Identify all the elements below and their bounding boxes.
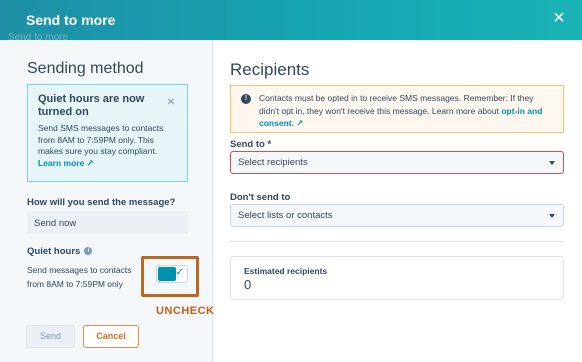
quiet-hours-label-text: Quiet hours xyxy=(27,246,81,257)
opt-in-alert-body: Contacts must be opted in to receive SMS… xyxy=(259,92,555,130)
recipients-title: Recipients xyxy=(230,60,310,79)
dont-send-placeholder: Select lists or contacts xyxy=(238,210,333,221)
estimated-recipients-card: Estimated recipients 0 xyxy=(230,256,564,300)
learn-more-link[interactable]: Learn more ↗ xyxy=(38,158,178,170)
opt-in-alert: ! Contacts must be opted in to receive S… xyxy=(230,85,564,133)
toggle-knob xyxy=(158,267,176,281)
send-to-select[interactable]: Select recipients xyxy=(230,151,564,174)
quiet-hours-alert-title: Quiet hours are now turned on xyxy=(38,93,145,118)
sending-method-title: Sending method xyxy=(27,60,144,77)
quiet-hours-toggle[interactable]: ✓ xyxy=(156,265,188,283)
divider xyxy=(230,241,564,242)
send-button[interactable]: Send xyxy=(26,325,75,348)
estimated-recipients-label: Estimated recipients xyxy=(244,266,328,276)
dont-send-select[interactable]: Select lists or contacts xyxy=(230,204,564,227)
chevron-down-icon xyxy=(549,161,555,165)
send-method-select[interactable]: Send now xyxy=(27,211,188,234)
send-method-label: How will you send the message? xyxy=(27,197,176,208)
quiet-hours-alert-body: Send SMS messages to contacts from 8AM t… xyxy=(38,123,178,169)
modal-title: Send to more xyxy=(26,12,116,28)
send-to-label: Send to * xyxy=(230,139,272,150)
checkmark-icon: ✓ xyxy=(175,267,184,278)
dont-send-label: Don't send to xyxy=(230,192,291,203)
quiet-hours-alert: Quiet hours are now turned on ✕ Send SMS… xyxy=(27,84,188,182)
close-icon[interactable]: ✕ xyxy=(550,10,568,28)
opt-in-alert-text: Contacts must be opted in to receive SMS… xyxy=(259,93,534,116)
modal-header: Send to more ✕ xyxy=(0,0,582,40)
estimated-recipients-value: 0 xyxy=(244,277,252,292)
chevron-down-icon xyxy=(549,214,555,218)
dismiss-alert-icon[interactable]: ✕ xyxy=(167,97,175,108)
send-to-placeholder: Select recipients xyxy=(238,157,308,168)
quiet-hours-label: Quiet hours i xyxy=(27,246,93,257)
quiet-hours-alert-text: Send SMS messages to contacts from 8AM t… xyxy=(38,123,164,156)
info-icon[interactable]: i xyxy=(84,247,93,256)
quiet-hours-description: Send messages to contacts from 8AM to 7:… xyxy=(27,265,132,289)
uncheck-annotation: UNCHECK xyxy=(156,305,215,317)
info-icon: ! xyxy=(241,94,251,104)
cancel-button[interactable]: Cancel xyxy=(83,325,139,348)
